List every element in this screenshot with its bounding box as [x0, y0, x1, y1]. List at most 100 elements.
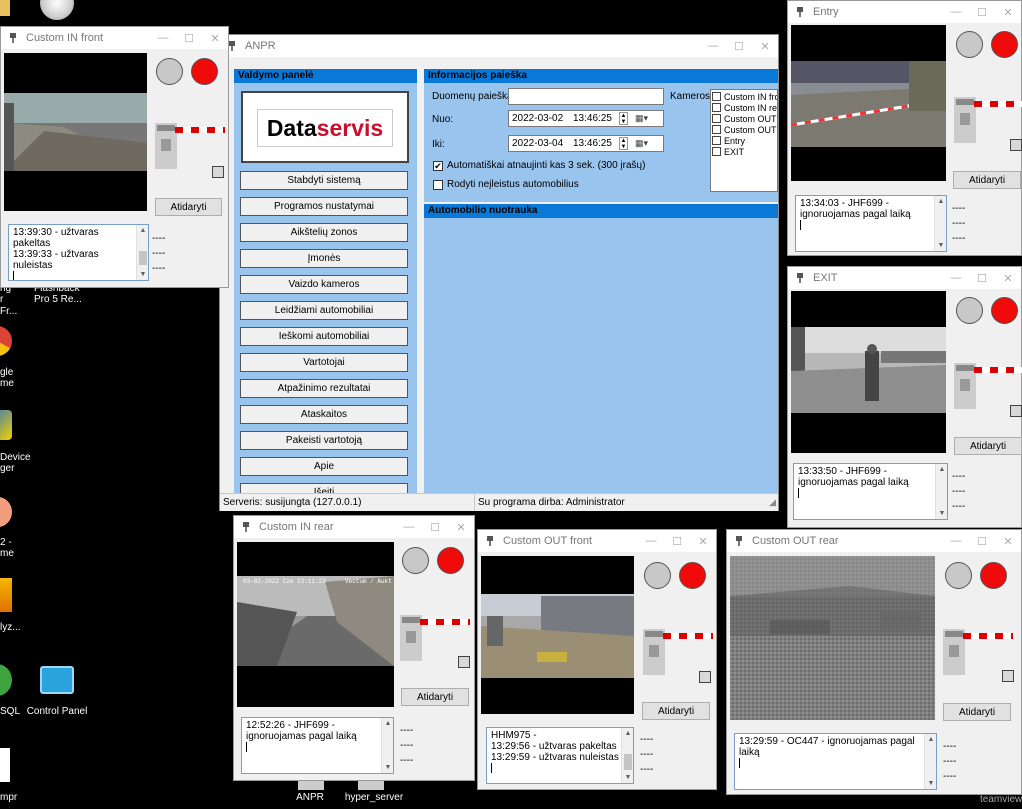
camera-list-item[interactable]: Custom OUT — [712, 114, 777, 125]
camera-list-item[interactable]: EXIT — [712, 147, 744, 158]
open-gate-button[interactable]: Atidaryti — [401, 688, 469, 706]
gate-checkbox[interactable] — [1002, 670, 1014, 682]
open-gate-button[interactable]: Atidaryti — [155, 198, 222, 216]
cameras-list[interactable]: Custom IN fro Custom IN re Custom OUT Cu… — [710, 89, 778, 192]
log-scrollbar[interactable]: ▲ ▼ — [935, 464, 947, 519]
menu-about[interactable]: Apie — [240, 457, 408, 476]
menu-program-settings[interactable]: Programos nustatymai — [240, 197, 408, 216]
anpr-titlebar[interactable]: ANPR — ☐ ✕ — [220, 35, 778, 57]
desktop-label-anpr[interactable]: ANPR — [282, 792, 338, 804]
log-scrollbar[interactable]: ▲ ▼ — [621, 728, 633, 783]
menu-searched-vehicles[interactable]: Ieškomi automobiliai — [240, 327, 408, 346]
menu-video-cameras[interactable]: Vaizdo kameros — [240, 275, 408, 294]
desktop-label-hyper-server[interactable]: hyper_server — [336, 792, 412, 804]
open-gate-button[interactable]: Atidaryti — [642, 702, 710, 720]
camera-checkbox[interactable] — [712, 125, 721, 134]
gate-checkbox[interactable] — [458, 656, 470, 668]
log-scrollbar[interactable]: ▲ ▼ — [924, 734, 936, 789]
maximize-button[interactable]: ☐ — [969, 1, 995, 23]
titlebar[interactable]: Entry — ☐ ✕ — [788, 1, 1021, 23]
close-button[interactable]: ✕ — [202, 27, 228, 49]
folder-icon[interactable] — [0, 0, 10, 16]
camera-list-item[interactable]: Custom OUT — [712, 125, 777, 136]
menu-parking-zones[interactable]: Aikštelių zonos — [240, 223, 408, 242]
minimize-button[interactable]: — — [943, 1, 969, 23]
analyzer-icon[interactable] — [0, 578, 12, 612]
minimize-button[interactable]: — — [150, 27, 176, 49]
camera-list-item[interactable]: Entry — [712, 136, 745, 147]
minimize-button[interactable]: — — [943, 530, 969, 552]
camera-list-item[interactable]: Custom IN fro — [712, 92, 777, 103]
chrome-icon[interactable] — [0, 326, 12, 356]
camera-checkbox[interactable] — [712, 147, 721, 156]
maximize-button[interactable]: ☐ — [422, 516, 448, 538]
menu-reports[interactable]: Ataskaitos — [240, 405, 408, 424]
maximize-button[interactable]: ☐ — [176, 27, 202, 49]
document-icon[interactable] — [0, 748, 10, 782]
menu-users[interactable]: Vartotojai — [240, 353, 408, 372]
titlebar[interactable]: Custom OUT front — ☐ ✕ — [478, 530, 716, 552]
close-button[interactable]: ✕ — [995, 267, 1021, 289]
event-log[interactable]: 13:39:30 - užtvaras pakeltas 13:39:33 - … — [8, 224, 149, 281]
data-search-input[interactable] — [508, 88, 664, 105]
camera-list-item[interactable]: Custom IN re — [712, 103, 777, 114]
hyper-server-icon[interactable] — [358, 780, 384, 790]
close-button[interactable]: ✕ — [690, 530, 716, 552]
to-datetime-picker[interactable]: 2022-03-04 13:46:25 ▲ ▼ ▦▾ — [508, 135, 664, 152]
minimize-button[interactable]: — — [700, 35, 726, 57]
maximize-button[interactable]: ☐ — [664, 530, 690, 552]
recycle-bin-icon[interactable] — [40, 0, 74, 20]
titlebar[interactable]: EXIT — ☐ ✕ — [788, 267, 1021, 289]
titlebar[interactable]: Custom IN rear — ☐ ✕ — [234, 516, 474, 538]
open-gate-button[interactable]: Atidaryti — [943, 703, 1011, 721]
minimize-button[interactable]: — — [943, 267, 969, 289]
event-log[interactable]: 13:33:50 - JHF699 - ignoruojamas pagal l… — [793, 463, 948, 520]
menu-change-user[interactable]: Pakeisti vartotoją — [240, 431, 408, 450]
minimize-button[interactable]: — — [638, 530, 664, 552]
user-icon[interactable] — [0, 497, 12, 527]
event-log[interactable]: 13:34:03 - JHF699 - ignoruojamas pagal l… — [795, 195, 947, 252]
close-button[interactable]: ✕ — [995, 530, 1021, 552]
menu-companies[interactable]: Įmonės — [240, 249, 408, 268]
sql-icon[interactable] — [0, 664, 12, 696]
camera-checkbox[interactable] — [712, 136, 721, 145]
log-scrollbar[interactable]: ▲ ▼ — [934, 196, 946, 251]
event-log[interactable]: 13:29:59 - OC447 - ignoruojamas pagal la… — [734, 733, 937, 790]
from-time-spinner[interactable]: ▲ ▼ — [619, 112, 628, 125]
auto-refresh-checkbox[interactable]: ✔ — [433, 161, 443, 171]
menu-exit[interactable]: Išeiti — [240, 483, 408, 493]
anpr-shortcut-icon[interactable] — [298, 780, 324, 790]
maximize-button[interactable]: ☐ — [969, 267, 995, 289]
minimize-button[interactable]: — — [396, 516, 422, 538]
gate-checkbox[interactable] — [1010, 139, 1022, 151]
open-gate-button[interactable]: Atidaryti — [953, 171, 1021, 189]
camera-checkbox[interactable] — [712, 92, 721, 101]
gate-checkbox[interactable] — [212, 166, 224, 178]
event-log[interactable]: HHM975 - 13:29:56 - užtvaras pakeltas 13… — [486, 727, 634, 784]
gate-checkbox[interactable] — [699, 671, 711, 683]
device-manager-icon[interactable] — [0, 410, 12, 440]
maximize-button[interactable]: ☐ — [969, 530, 995, 552]
menu-stop-system[interactable]: Stabdyti sistemą — [240, 171, 408, 190]
show-unallowed-checkbox[interactable] — [433, 180, 443, 190]
close-button[interactable]: ✕ — [995, 1, 1021, 23]
log-scrollbar[interactable]: ▲ ▼ — [381, 718, 393, 773]
maximize-button[interactable]: ☐ — [726, 35, 752, 57]
menu-allowed-vehicles[interactable]: Leidžiami automobiliai — [240, 301, 408, 320]
calendar-dropdown-icon[interactable]: ▦▾ — [635, 111, 648, 126]
to-time-spinner[interactable]: ▲ ▼ — [619, 137, 628, 150]
open-gate-button[interactable]: Atidaryti — [954, 437, 1022, 455]
camera-checkbox[interactable] — [712, 103, 721, 112]
event-log[interactable]: 12:52:26 - JHF699 - ignoruojamas pagal l… — [241, 717, 394, 774]
desktop-label-control-panel[interactable]: Control Panel — [20, 706, 94, 718]
control-panel-icon[interactable] — [40, 666, 74, 694]
titlebar[interactable]: Custom IN front — ☐ ✕ — [1, 27, 228, 49]
gate-checkbox[interactable] — [1010, 405, 1022, 417]
titlebar[interactable]: Custom OUT rear — ☐ ✕ — [727, 530, 1021, 552]
menu-recognition-results[interactable]: Atpažinimo rezultatai — [240, 379, 408, 398]
log-scrollbar[interactable]: ▲ ▼ — [136, 225, 148, 280]
from-datetime-picker[interactable]: 2022-03-02 13:46:25 ▲ ▼ ▦▾ — [508, 110, 664, 127]
camera-checkbox[interactable] — [712, 114, 721, 123]
calendar-dropdown-icon[interactable]: ▦▾ — [635, 136, 648, 151]
resize-grip-icon[interactable]: ◢ — [769, 497, 776, 508]
